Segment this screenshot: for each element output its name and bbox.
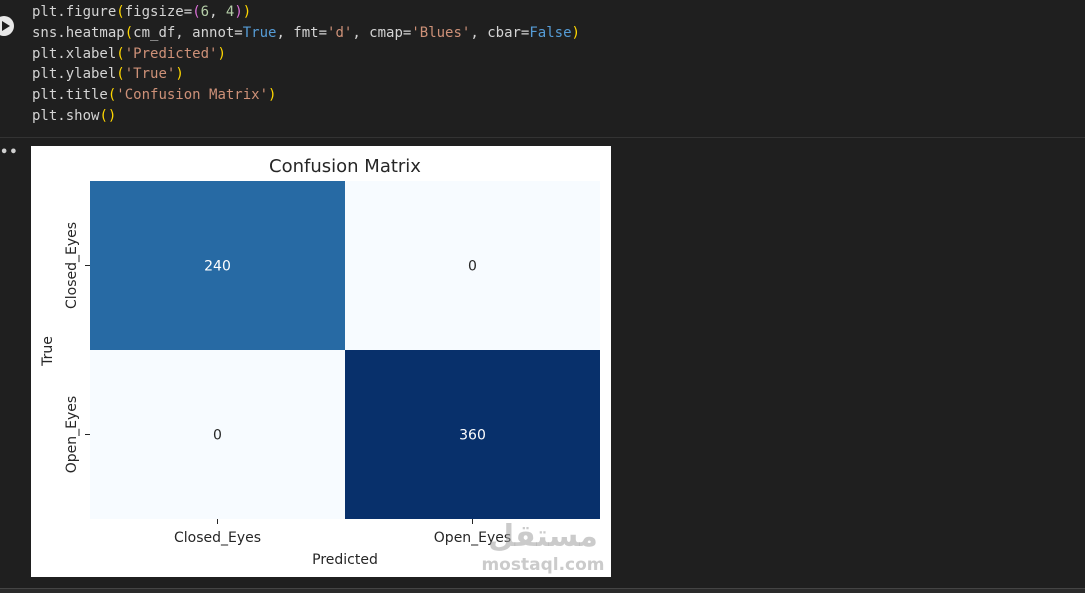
- confusion-matrix-chart: Confusion Matrix 240 0 0 360 Closed_Eyes Ope…: [40, 156, 600, 568]
- x-axis-label: Predicted: [312, 552, 378, 568]
- code-line-5: plt.title('Confusion Matrix'): [32, 87, 277, 104]
- output-menu-icon[interactable]: ••: [0, 145, 19, 160]
- watermark-latin: mostaql.com: [481, 555, 605, 575]
- heatmap-figure: Confusion Matrix 240 0 0 360 Closed_Eyes Ope…: [31, 146, 611, 577]
- code-line-4: plt.ylabel('True'): [32, 66, 184, 83]
- code-line-3: plt.xlabel('Predicted'): [32, 45, 226, 62]
- code-editor[interactable]: plt.figure(figsize=(6, 4)) sns.heatmap(c…: [32, 2, 580, 127]
- bottom-divider: [0, 588, 1085, 593]
- watermark: مستقل mostaql.com: [478, 520, 608, 582]
- y-tick-label: Open_Eyes: [64, 396, 80, 473]
- code-line-1: plt.figure(figsize=(6, 4)): [32, 4, 252, 20]
- cell-annotation: 0: [213, 428, 222, 444]
- x-tick-label: Closed_Eyes: [174, 530, 261, 546]
- cell-annotation: 240: [204, 259, 231, 275]
- code-line-6: plt.show(): [32, 107, 117, 124]
- y-axis-label: True: [40, 336, 56, 367]
- code-cell[interactable]: plt.figure(figsize=(6, 4)) sns.heatmap(c…: [0, 0, 1085, 138]
- y-tick-label: Closed_Eyes: [64, 222, 80, 309]
- cell-annotation: 0: [468, 259, 477, 275]
- run-cell-button[interactable]: [0, 16, 14, 36]
- chart-title: Confusion Matrix: [269, 156, 421, 177]
- cell-annotation: 360: [459, 428, 486, 444]
- code-line-2: sns.heatmap(cm_df, annot=True, fmt='d', …: [32, 24, 580, 41]
- watermark-arabic: مستقل: [488, 519, 598, 554]
